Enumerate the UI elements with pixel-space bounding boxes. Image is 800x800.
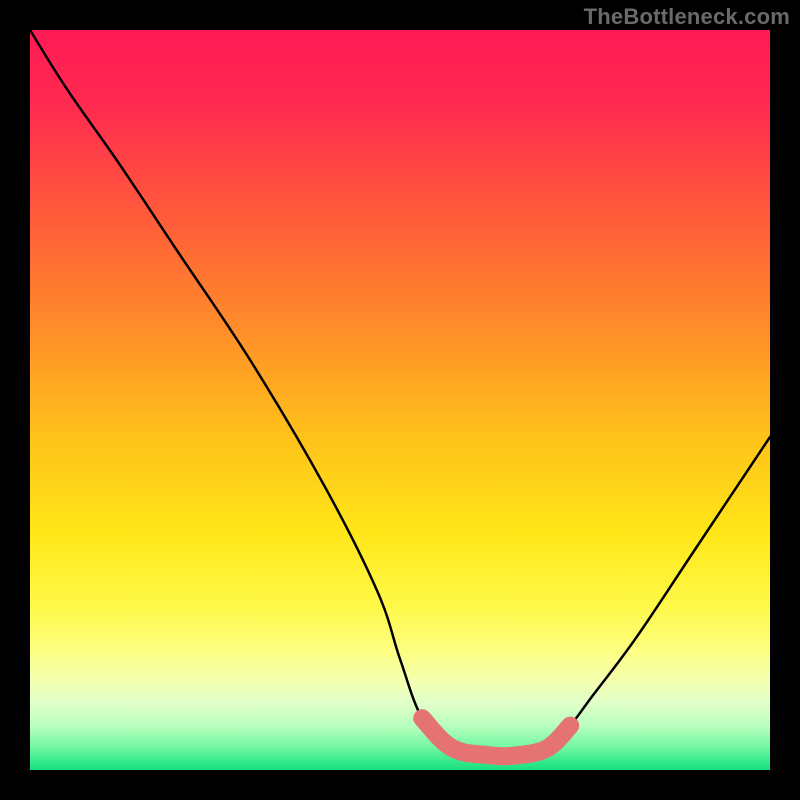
watermark-text: TheBottleneck.com — [584, 4, 790, 30]
bottleneck-chart — [30, 30, 770, 770]
chart-frame — [30, 30, 770, 770]
